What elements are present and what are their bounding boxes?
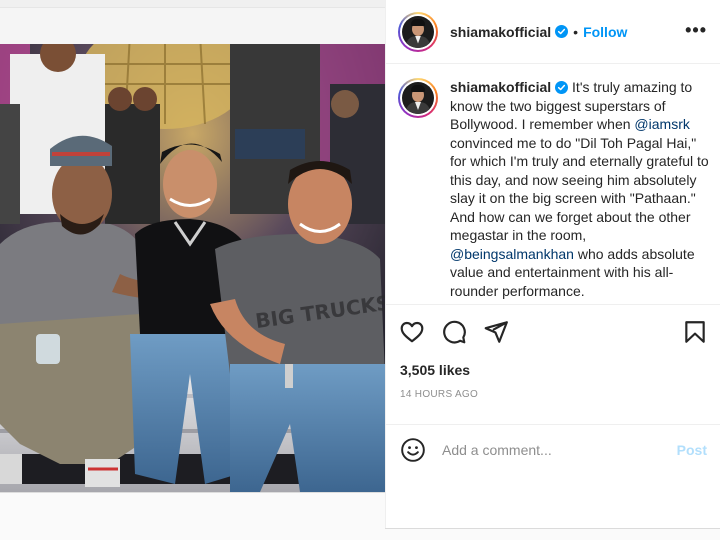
comment-input[interactable] [442, 441, 677, 458]
caption-body: It's truly amazing to know the two bigge… [450, 79, 709, 299]
likes-count[interactable]: 3,505 likes [400, 362, 470, 378]
post-header: shiamakofficial • Follow ••• [386, 0, 720, 64]
caption-text-segment: convinced me to do "Dil Toh Pagal Hai," … [450, 134, 709, 244]
caption-username[interactable]: shiamakofficial [450, 79, 551, 95]
avatar-image [402, 15, 434, 48]
action-bar [386, 304, 720, 354]
caption-row: shiamakofficial It's truly amazing to kn… [398, 78, 709, 300]
comment-bar: Post [386, 424, 720, 474]
panel-bottom-edge [385, 528, 720, 540]
caption-mention-link[interactable]: @iamsrk [634, 116, 689, 132]
post-photo[interactable]: BIG TRUCKS [0, 44, 385, 492]
caption-avatar-image [402, 82, 434, 114]
post-sidebar: shiamakofficial • Follow ••• shiamakoffi… [385, 0, 720, 528]
verified-badge-icon [555, 25, 569, 38]
comment-icon[interactable] [441, 319, 467, 345]
caption-verified-badge-icon [555, 81, 569, 94]
caption-avatar[interactable] [398, 78, 438, 118]
post-username[interactable]: shiamakofficial [450, 24, 551, 40]
share-icon[interactable] [483, 319, 509, 345]
separator-dot: • [573, 23, 579, 40]
emoji-icon[interactable] [400, 437, 426, 463]
caption-mention-link[interactable]: @beingsalmankhan [450, 246, 574, 262]
instagram-post-view: BIG TRUCKS shiamakofficial • Follow ••• … [0, 0, 720, 540]
top-strip [0, 0, 385, 8]
heart-icon[interactable] [399, 319, 425, 345]
post-comment-button[interactable]: Post [677, 442, 707, 458]
post-timestamp[interactable]: 14 HOURS AGO [400, 389, 478, 400]
photo-footer-area [0, 492, 385, 540]
follow-button[interactable]: Follow [583, 24, 627, 40]
bookmark-icon[interactable] [682, 319, 708, 345]
caption-text: shiamakofficial It's truly amazing to kn… [450, 78, 709, 300]
caption-scroll-area[interactable]: shiamakofficial It's truly amazing to kn… [386, 64, 720, 304]
more-options-icon[interactable]: ••• [685, 21, 707, 39]
avatar[interactable] [398, 11, 438, 52]
